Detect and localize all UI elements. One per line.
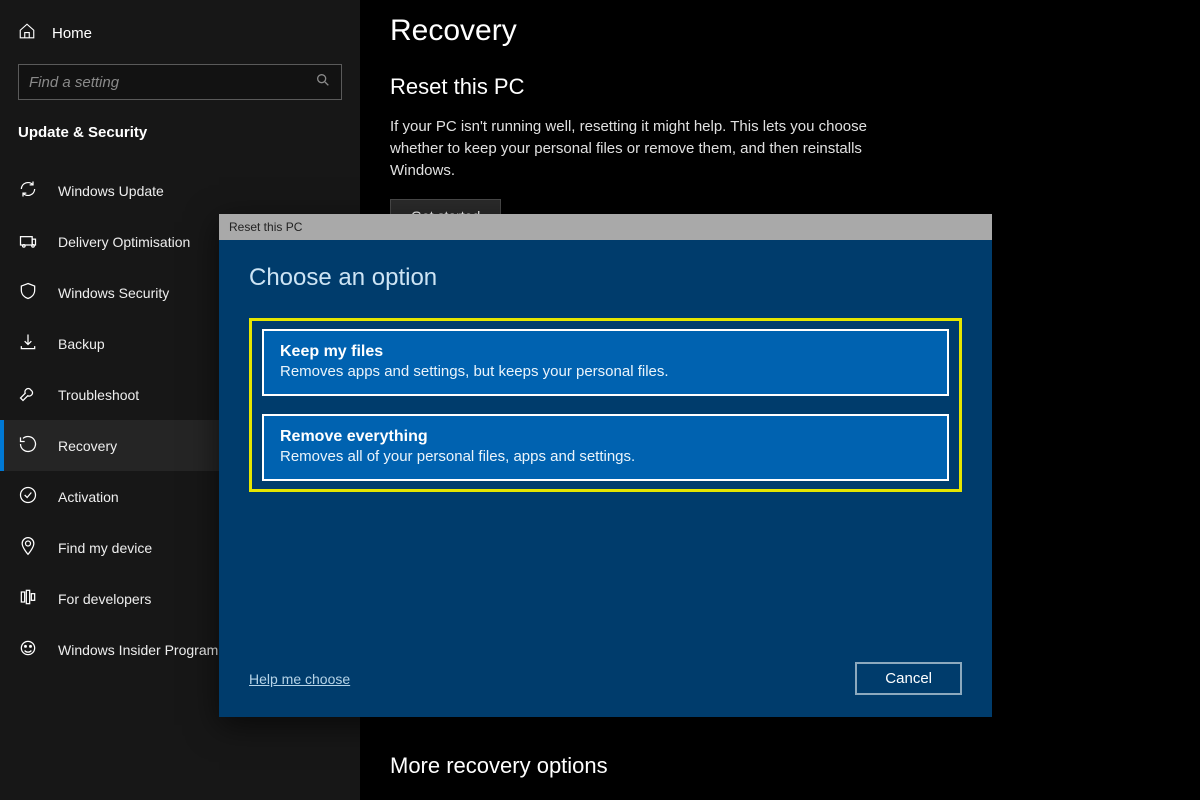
home-label: Home <box>52 25 92 42</box>
location-icon <box>18 536 38 559</box>
option-desc: Removes all of your personal files, apps… <box>280 448 931 465</box>
search-input[interactable] <box>29 74 307 91</box>
home-icon <box>18 22 36 44</box>
option-remove-everything[interactable]: Remove everything Removes all of your pe… <box>262 414 949 481</box>
option-title: Remove everything <box>280 428 931 446</box>
sync-icon <box>18 179 38 202</box>
page-title: Recovery <box>390 14 1200 48</box>
search-icon <box>307 72 331 93</box>
recovery-icon <box>18 434 38 457</box>
sidebar-item-label: Find my device <box>58 540 152 556</box>
sidebar-item-label: Windows Insider Programme <box>58 642 238 658</box>
insider-icon <box>18 638 38 661</box>
reset-description: If your PC isn't running well, resetting… <box>390 116 870 181</box>
sidebar-item-label: Windows Update <box>58 183 164 199</box>
category-label: Update & Security <box>0 100 360 155</box>
reset-heading: Reset this PC <box>390 74 1200 100</box>
sidebar-item-label: Delivery Optimisation <box>58 234 190 250</box>
delivery-icon <box>18 230 38 253</box>
options-highlight: Keep my files Removes apps and settings,… <box>249 318 962 492</box>
search-box[interactable] <box>18 64 342 100</box>
sidebar-item-label: Activation <box>58 489 119 505</box>
shield-icon <box>18 281 38 304</box>
sidebar-item-label: Backup <box>58 336 105 352</box>
help-me-choose-link[interactable]: Help me choose <box>249 671 350 687</box>
sidebar-item-label: Windows Security <box>58 285 169 301</box>
wrench-icon <box>18 383 38 406</box>
sidebar-item-label: Troubleshoot <box>58 387 139 403</box>
sidebar-item-windows-update[interactable]: Windows Update <box>0 165 360 216</box>
option-title: Keep my files <box>280 343 931 361</box>
reset-pc-dialog: Reset this PC Choose an option Keep my f… <box>219 214 992 717</box>
backup-icon <box>18 332 38 355</box>
option-keep-my-files[interactable]: Keep my files Removes apps and settings,… <box>262 329 949 396</box>
option-desc: Removes apps and settings, but keeps you… <box>280 363 931 380</box>
sidebar-item-label: Recovery <box>58 438 117 454</box>
check-circle-icon <box>18 485 38 508</box>
dialog-body: Choose an option Keep my files Removes a… <box>219 240 992 717</box>
cancel-button[interactable]: Cancel <box>855 662 962 695</box>
dialog-footer: Help me choose Cancel <box>249 662 962 695</box>
dialog-heading: Choose an option <box>249 264 962 292</box>
dialog-titlebar: Reset this PC <box>219 214 992 240</box>
more-recovery-heading: More recovery options <box>390 753 1200 779</box>
sidebar-item-label: For developers <box>58 591 151 607</box>
developers-icon <box>18 587 38 610</box>
home-link[interactable]: Home <box>0 18 360 58</box>
